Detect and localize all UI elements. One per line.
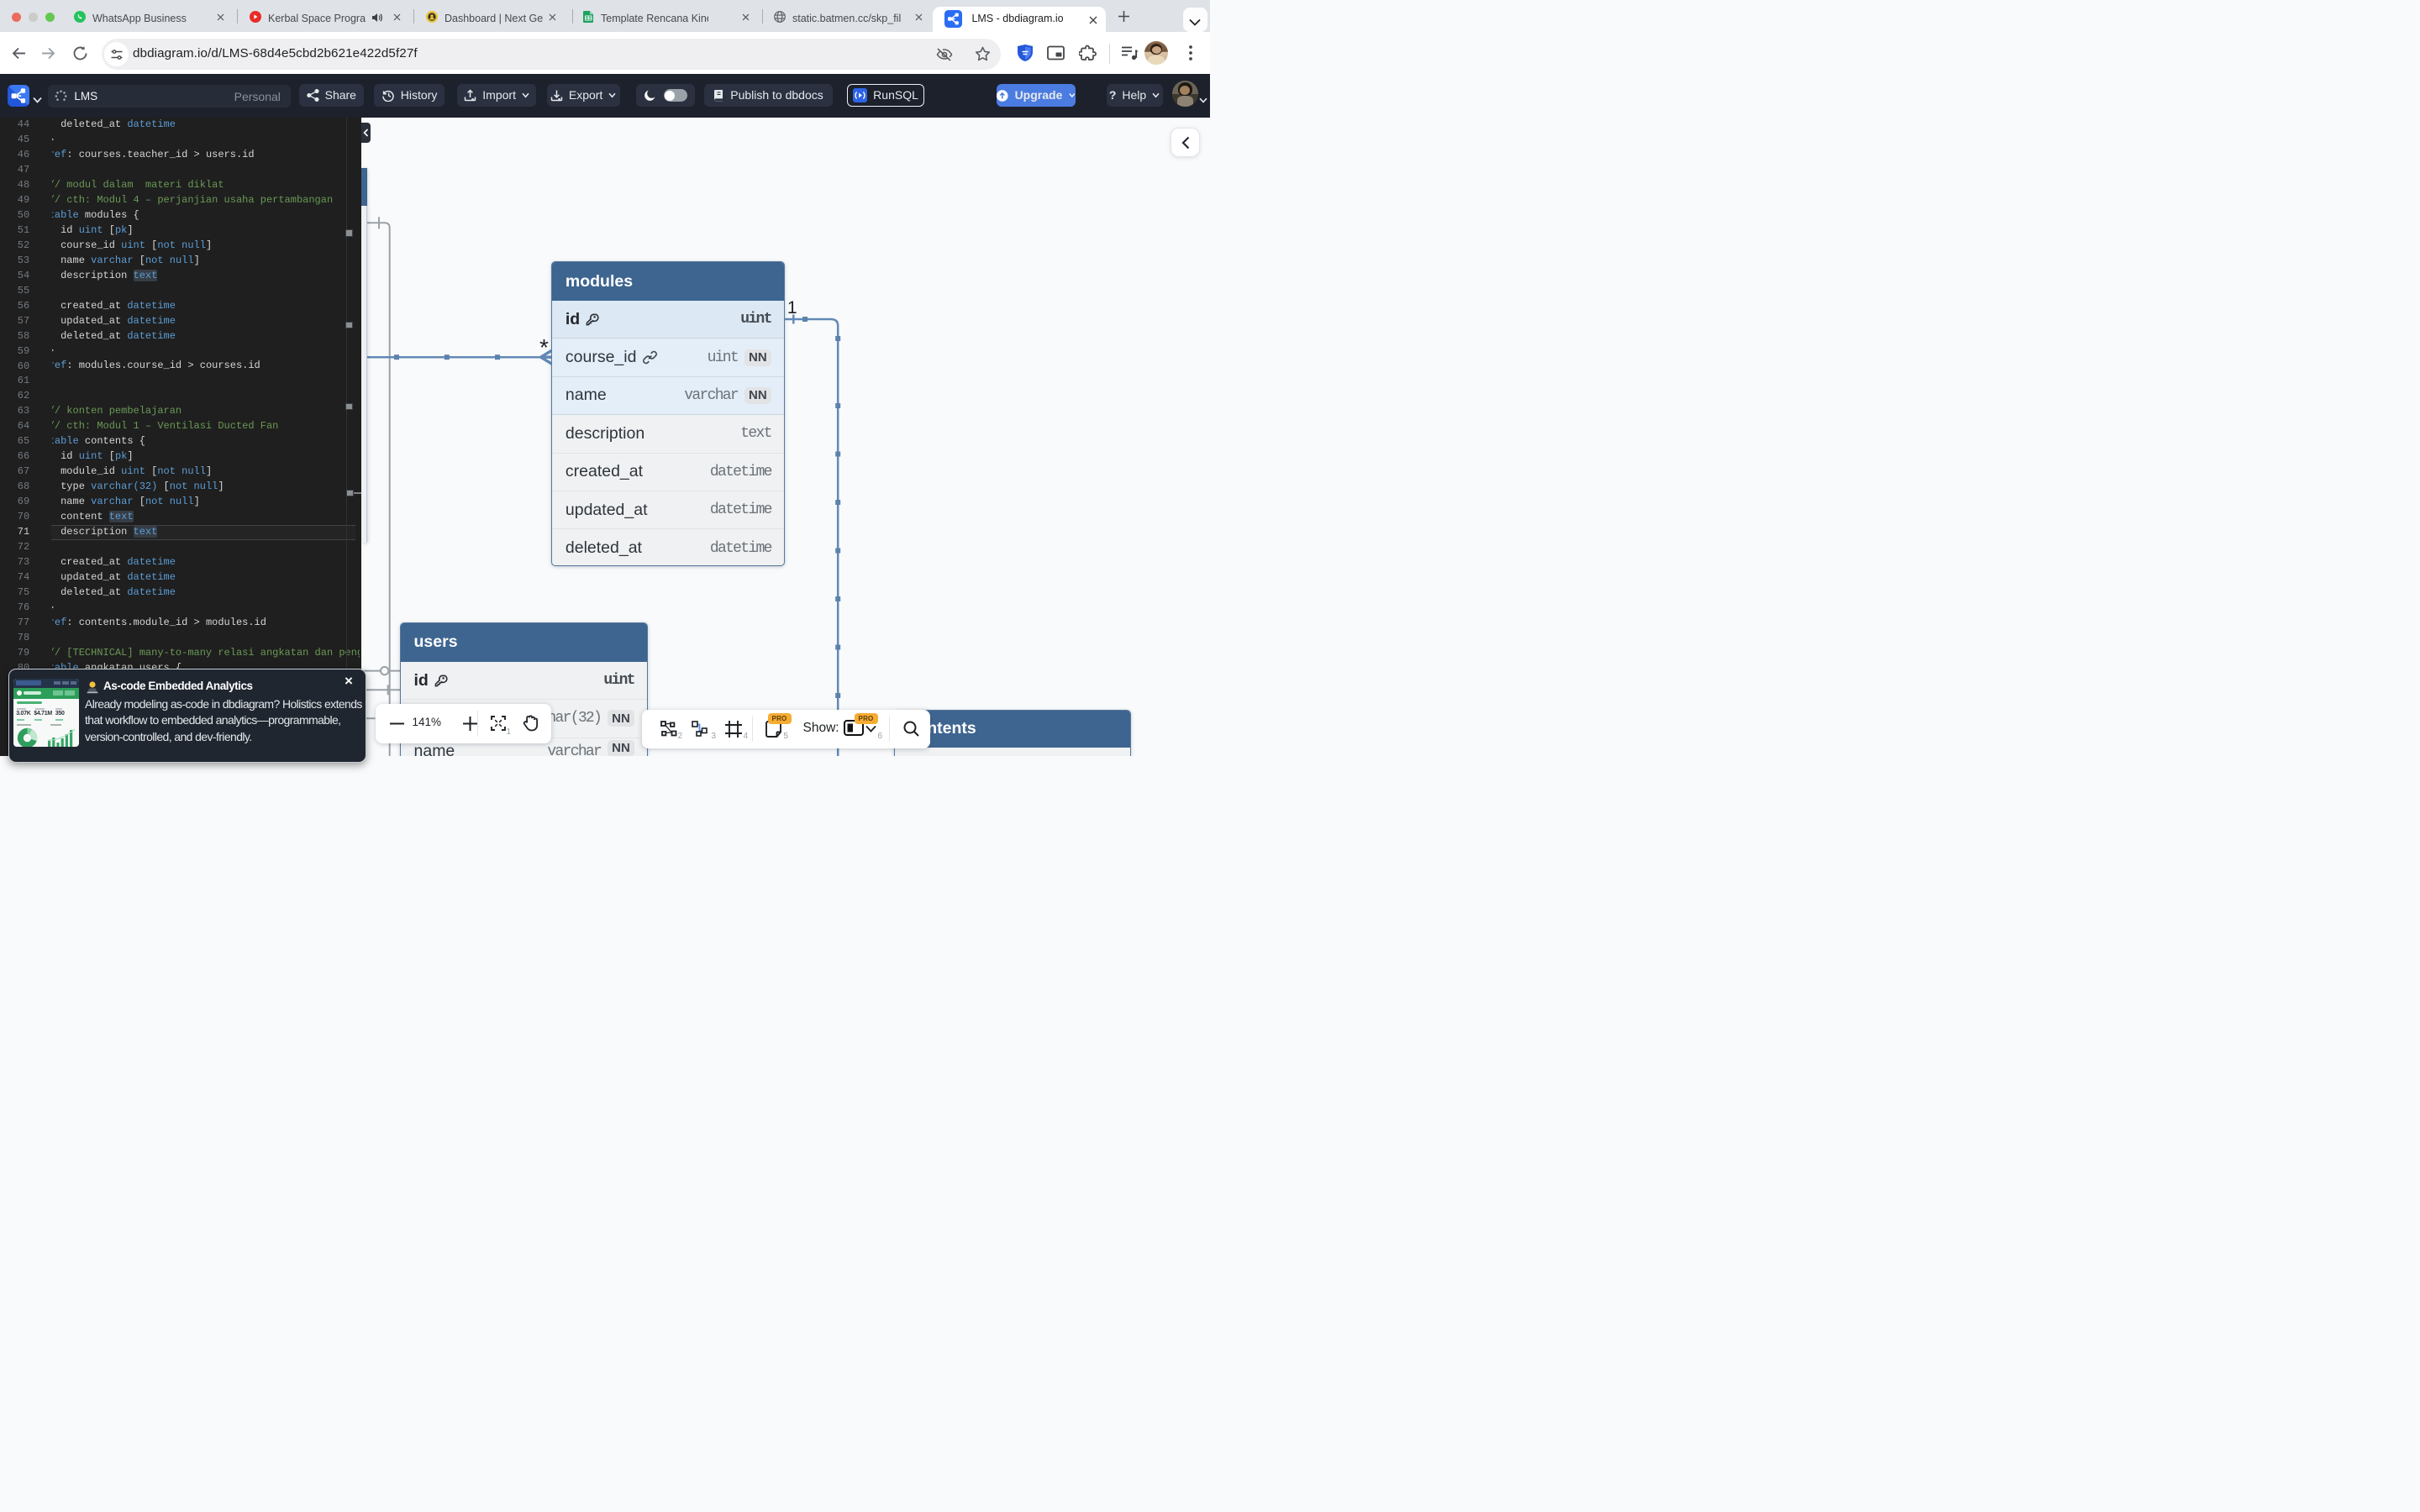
svg-text:1: 1 (787, 298, 797, 318)
svg-text:*: * (539, 334, 549, 360)
